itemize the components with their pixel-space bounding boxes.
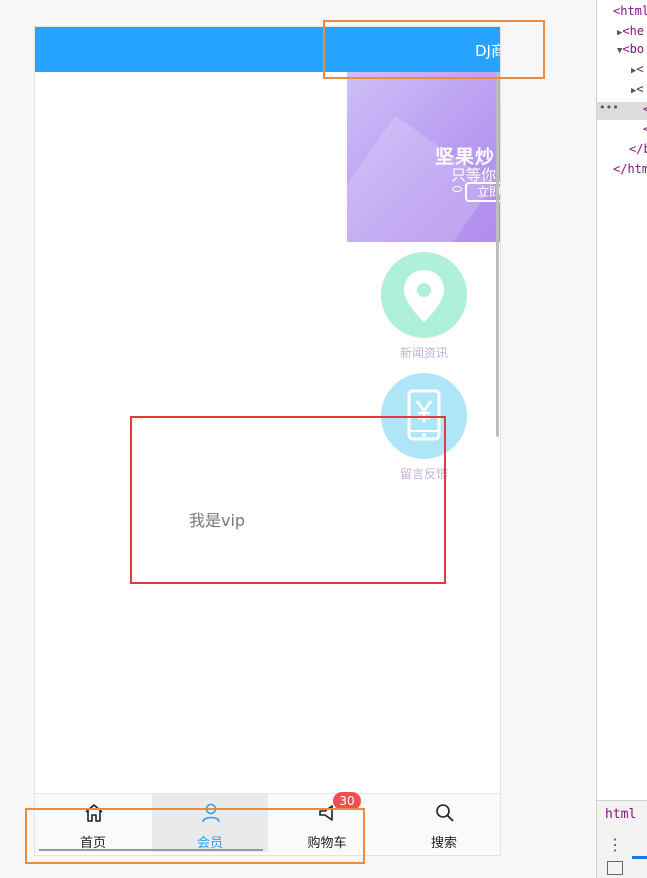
dom-node[interactable]: ▶< bbox=[631, 62, 644, 76]
devtools-panel: ••• <html ▶<he ▼<bo ▶< ▶< < < </b </htm … bbox=[596, 0, 647, 878]
stage: DJ商 坚果炒 只等你 立即 新闻资讯 bbox=[0, 0, 647, 878]
devtools-footer: html ⋮ bbox=[597, 800, 647, 878]
breadcrumb[interactable]: html bbox=[605, 807, 636, 822]
panel-toggle-icon[interactable] bbox=[607, 861, 623, 875]
annotation-box-content bbox=[130, 416, 446, 584]
search-icon bbox=[436, 804, 454, 822]
kebab-menu-icon[interactable]: ⋮ bbox=[607, 835, 623, 854]
grid-label-news: 新闻资讯 bbox=[399, 346, 448, 360]
promo-banner[interactable]: 坚果炒 只等你 立即 bbox=[347, 72, 500, 242]
active-tab-indicator bbox=[632, 856, 647, 859]
tab-search[interactable]: 搜索 bbox=[386, 794, 500, 852]
dom-node[interactable]: ▼<bo bbox=[617, 42, 644, 56]
more-icon[interactable]: ••• bbox=[599, 101, 619, 114]
dom-node-label: < bbox=[636, 82, 644, 96]
dom-node-label: < bbox=[636, 62, 644, 76]
dom-node-label: <bo bbox=[622, 42, 645, 56]
dom-node[interactable]: <html bbox=[613, 4, 647, 18]
location-pin-icon bbox=[381, 252, 467, 338]
leaf-icon bbox=[452, 186, 462, 192]
dom-node[interactable]: < bbox=[643, 122, 647, 136]
dom-node-label: <he bbox=[622, 24, 645, 38]
annotation-box-tabbar bbox=[25, 808, 365, 864]
dom-node[interactable]: ▶< bbox=[631, 82, 644, 96]
dom-node[interactable]: < bbox=[643, 102, 647, 116]
annotation-box-header bbox=[323, 20, 545, 79]
dom-node[interactable]: ▶<he bbox=[617, 24, 644, 38]
tab-label-search: 搜索 bbox=[430, 836, 457, 851]
scrollbar[interactable] bbox=[496, 72, 499, 437]
dom-node[interactable]: </b bbox=[629, 142, 647, 156]
dom-node[interactable]: </htm bbox=[613, 162, 647, 176]
